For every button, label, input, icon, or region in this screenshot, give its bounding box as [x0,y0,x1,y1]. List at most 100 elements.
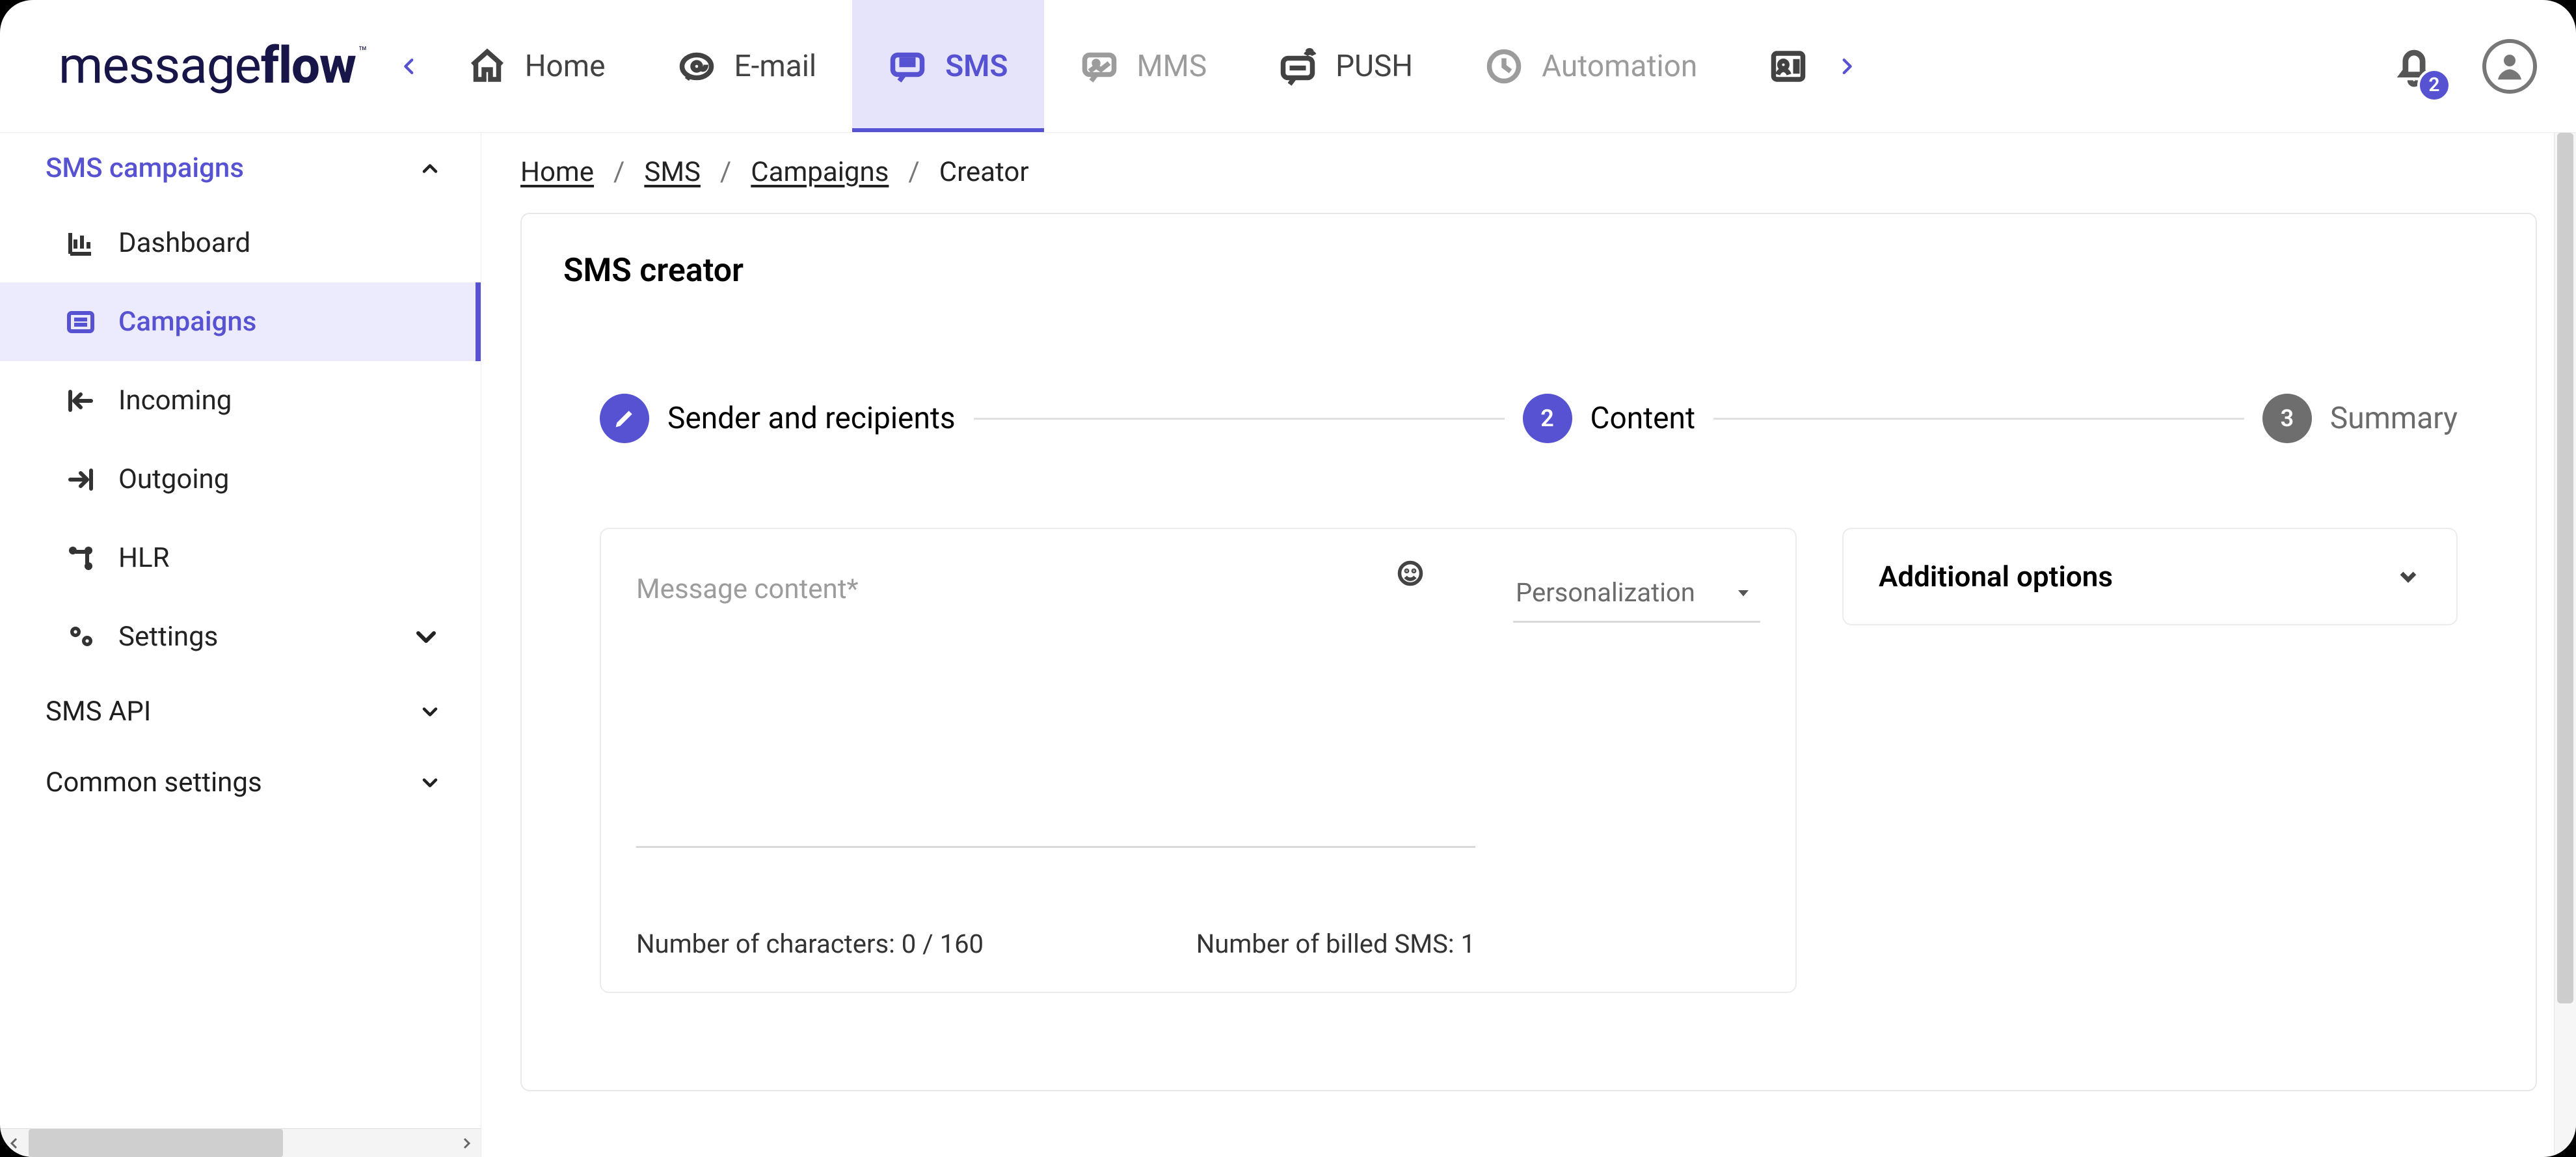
emoji-button[interactable] [1392,555,1429,592]
app-window: messageflow™ Home E-mail [0,0,2576,1157]
hlr-icon [65,543,96,574]
logo-text: message [59,36,261,96]
home-icon [468,47,507,86]
message-editor: Personalization [636,568,1760,851]
message-input[interactable] [636,568,1475,848]
nav-push[interactable]: PUSH [1242,0,1449,132]
breadcrumb-sms[interactable]: SMS [644,156,701,188]
sidebar-group-sms-campaigns[interactable]: SMS campaigns [0,133,481,204]
nav-home[interactable]: Home [432,0,641,132]
creator-panel: SMS creator Sender and recipients 2 Cont… [520,213,2537,1091]
push-icon [1278,47,1317,86]
scroll-right-button[interactable] [452,1129,481,1157]
step-number: 2 [1523,394,1572,443]
nav-sms[interactable]: SMS [852,0,1043,132]
logo-tm: ™ [358,44,367,61]
sidebar-item-settings[interactable]: Settings [0,597,481,676]
nav-email[interactable]: E-mail [641,0,853,132]
dashboard-icon [65,228,96,259]
step-sender[interactable]: Sender and recipients [600,394,956,443]
scroll-track[interactable] [29,1129,452,1157]
breadcrumb-sep: / [908,156,919,188]
sidebar-item-hlr[interactable]: HLR [0,519,481,597]
emoji-icon [1396,559,1425,588]
nav-mms[interactable]: MMS [1044,0,1243,132]
app-body: SMS campaigns Dashboard Campaigns [0,133,2576,1157]
breadcrumb-current: Creator [939,156,1029,188]
main-area: Home / SMS / Campaigns / Creator SMS cre… [481,133,2576,1157]
nav-scroll-right[interactable] [1824,44,1870,89]
user-avatar[interactable] [2482,39,2537,94]
message-card: Personalization Number of characters: 0 … [600,528,1797,993]
nav-automation-label: Automation [1542,49,1697,84]
step-content[interactable]: 2 Content [1523,394,1695,443]
step-label: Summary [2330,401,2458,436]
additional-options-label: Additional options [1879,560,2113,593]
main-vertical-scrollbar [2554,133,2576,1157]
sidebar-item-campaigns[interactable]: Campaigns [0,282,481,361]
breadcrumb-campaigns[interactable]: Campaigns [751,156,889,188]
mms-icon [1080,47,1119,86]
notifications-button[interactable]: 2 [2391,42,2437,90]
email-icon [677,47,716,86]
topbar-right: 2 [2391,39,2537,94]
additional-options-card[interactable]: Additional options [1842,528,2458,625]
nav-home-label: Home [525,49,606,84]
counters: Number of characters: 0 / 160 Number of … [636,851,1475,959]
nav-automation[interactable]: Automation [1449,0,1733,132]
chevron-right-icon [1836,55,1858,77]
sidebar-item-dashboard[interactable]: Dashboard [0,204,481,282]
notification-badge: 2 [2417,68,2451,102]
sidebar-item-label: Dashboard [118,227,250,259]
step-connector [974,418,1505,420]
breadcrumb-sep: / [613,156,624,188]
sidebar-item-outgoing[interactable]: Outgoing [0,440,481,519]
nav-email-label: E-mail [734,49,817,84]
sidebar-horizontal-scrollbar [0,1128,481,1157]
stepper: Sender and recipients 2 Content 3 Summar… [522,394,2536,443]
sidebar-item-label: Incoming [118,385,232,416]
sidebar-item-label: HLR [118,542,169,574]
scroll-left-button[interactable] [0,1129,29,1157]
sidebar-item-incoming[interactable]: Incoming [0,361,481,440]
caret-down-icon [1733,582,1754,603]
topnav: Home E-mail SMS MMS [432,0,1825,132]
sidebar-group-sms-api[interactable]: SMS API [0,676,481,747]
sidebar-item-label: Campaigns [118,306,256,338]
nav-push-label: PUSH [1335,49,1413,84]
brand-logo: messageflow™ [59,36,367,96]
content-row: Personalization Number of characters: 0 … [522,443,2536,993]
chevron-down-icon [418,771,442,795]
incoming-icon [65,385,96,416]
sidebar-group-label: SMS campaigns [46,152,244,184]
chevron-left-icon [398,55,420,77]
logo-text-bold: flow [261,36,356,96]
scroll-handle[interactable] [29,1129,283,1157]
nav-scroll-left[interactable] [386,44,432,89]
panel-title: SMS creator [522,214,2536,329]
breadcrumb-home[interactable]: Home [520,156,594,188]
nav-sms-label: SMS [945,49,1008,84]
step-summary[interactable]: 3 Summary [2262,394,2458,443]
outgoing-icon [65,464,96,495]
step-label: Sender and recipients [667,401,956,436]
chevron-down-icon [2395,564,2421,590]
sms-icon [888,47,927,86]
chevron-up-icon [418,157,442,180]
sidebar-item-label: Settings [118,621,218,653]
sidebar-group-label: Common settings [46,767,262,798]
contacts-icon [1769,47,1808,86]
personalization-label: Personalization [1516,577,1695,608]
nav-contacts[interactable]: Co [1733,0,1824,132]
breadcrumb-sep: / [720,156,731,188]
campaigns-icon [65,306,96,338]
sidebar: SMS campaigns Dashboard Campaigns [0,133,481,1157]
scroll-handle[interactable] [2557,133,2573,1003]
chevron-down-icon [410,621,442,653]
sidebar-scroll: SMS campaigns Dashboard Campaigns [0,133,481,1128]
step-number: 3 [2262,394,2312,443]
sidebar-group-common-settings[interactable]: Common settings [0,747,481,818]
sidebar-group-label: SMS API [46,696,151,728]
nav-mms-label: MMS [1137,49,1207,84]
personalization-select[interactable]: Personalization [1513,577,1760,623]
